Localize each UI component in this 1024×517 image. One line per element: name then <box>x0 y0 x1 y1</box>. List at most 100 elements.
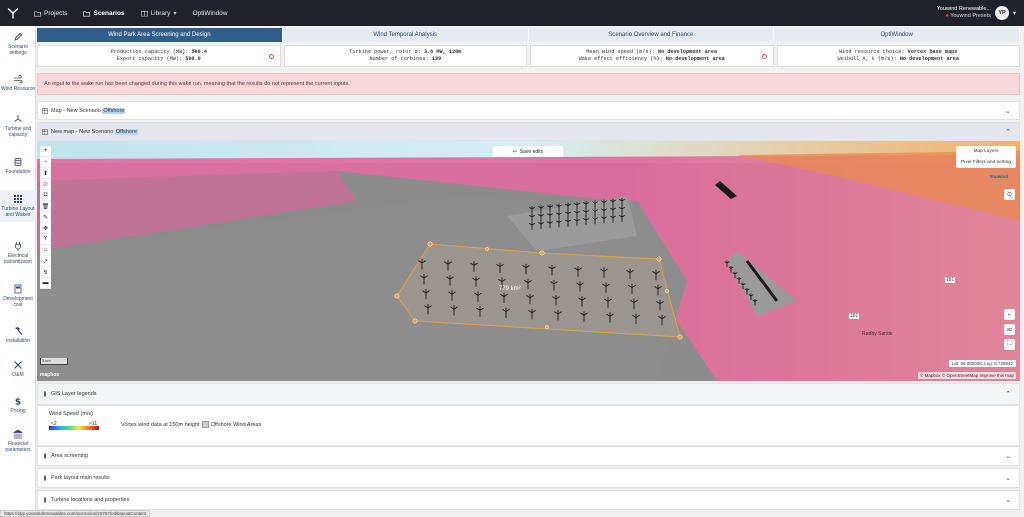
draw-rect-button[interactable]: ◘ <box>40 190 51 201</box>
turbine-tool-button[interactable]: Y <box>40 234 51 245</box>
place-label: Rødby Sande <box>862 331 893 337</box>
nav-projects[interactable]: Projects <box>26 0 75 26</box>
substation-tool-button[interactable]: ⌂ <box>40 245 51 256</box>
youwind-logo-icon[interactable] <box>0 0 26 26</box>
avatar[interactable]: YP <box>994 6 1009 20</box>
stat-label: Turbine power, rotor ø: <box>349 49 421 55</box>
nav-scenarios[interactable]: Scenarios <box>75 0 132 26</box>
company-name: Youwind Renewable... <box>936 6 991 12</box>
expand-map-button[interactable]: ⛶ <box>1004 339 1015 350</box>
stat-turbine: Turbine power, rotor ø: 3.6 MW, 120m Num… <box>283 45 527 67</box>
sidebar-item-development-cost[interactable]: Development cost <box>0 284 36 308</box>
cable-tool-button[interactable]: ↗ <box>40 256 51 267</box>
chevron-down-icon[interactable]: ⌄ <box>1005 474 1011 482</box>
road-label: 181 <box>849 313 860 319</box>
map-layers-button[interactable]: Map Layers <box>956 146 1016 157</box>
locate-button[interactable]: ⊙ <box>1004 189 1015 200</box>
section-map-new[interactable]: New map - New Scenario Offshore ⌃ <box>37 122 1020 141</box>
chevron-down-icon[interactable]: ⌄ <box>1005 452 1011 460</box>
section-park-layout[interactable]: Park layout main results ⌄ <box>37 468 1020 488</box>
map-attribution[interactable]: © Mapbox © OpenStreetMap Improve this ma… <box>918 372 1016 379</box>
tab-wind-park-area[interactable]: Wind Park Area Screening and Design <box>37 28 283 42</box>
chevron-down-icon[interactable]: ⌄ <box>1005 496 1011 504</box>
book-icon <box>140 10 148 16</box>
3d-view-button[interactable]: 2D <box>1004 324 1015 335</box>
handle-icon <box>44 497 46 503</box>
sidebar-item-scenario-settings[interactable]: Scenario settings <box>0 32 36 56</box>
offshore-swatch <box>201 421 209 428</box>
tab-wind-temporal[interactable]: Wind Temporal Analysis <box>282 28 529 42</box>
stat-label: Number of turbines: <box>369 56 429 62</box>
preset-dot-icon: ● <box>945 13 949 19</box>
user-menu[interactable]: Youwind Renewable... ● Youwind Presets Y… <box>937 0 1016 26</box>
zoom-out-button[interactable]: − <box>40 157 51 168</box>
chevron-up-icon[interactable]: ⌃ <box>1005 390 1011 398</box>
sidebar-item-turbine-layout-wakes[interactable]: Turbine Layout and Wakes <box>0 190 36 222</box>
section-area-screening[interactable]: Area screening ⌄ <box>37 446 1020 466</box>
section-turbine-locations[interactable]: Turbine locations and properties ⌄ <box>37 490 1020 510</box>
map-layers-panel: Map Layers Pixel Filters and sorting <box>956 146 1016 168</box>
sidebar-item-wind-resource[interactable]: Wind Resource <box>0 74 36 92</box>
road-label: 181 <box>945 277 956 283</box>
stat-value: Vortex base maps <box>907 49 958 55</box>
legend-vortex-label: Vortex wind data at 150m height <box>121 421 200 428</box>
gis-legend-panel: Wind Speed (m/s) <2 >11 Vortex wind data… <box>37 405 1020 446</box>
compass-button[interactable]: ⬆ <box>40 168 51 179</box>
fullscreen-toggle-button[interactable]: ⌐ <box>1004 309 1015 320</box>
stat-label: Export capacity (MW): <box>116 56 183 62</box>
zoom-in-button[interactable]: + <box>40 146 51 157</box>
stat-label: Mean wind speed (m/s): <box>586 49 655 55</box>
grid-icon <box>14 195 22 203</box>
sidebar: Scenario settings Wind Resource Turbine … <box>0 26 36 517</box>
sidebar-item-electrical-transmission[interactable]: Electrical transmission <box>0 241 36 265</box>
nav-projects-label: Projects <box>44 9 68 17</box>
nav-library[interactable]: Library ▾ <box>133 0 185 26</box>
sidebar-item-label: Pricing <box>10 408 26 414</box>
summary-stats: Production capacity (MW): 500.4 Export c… <box>37 45 1020 67</box>
boat-tool-button[interactable]: ▬ <box>40 278 51 289</box>
sidebar-item-foundation[interactable]: Foundation <box>0 157 36 175</box>
legend-entry: Vortex wind data at 150m height Offshore… <box>121 421 261 428</box>
dollar-icon: $ <box>15 398 21 407</box>
draw-polygon-button[interactable]: ⊘ <box>40 179 51 190</box>
mapbox-logo[interactable]: mapbox <box>40 372 59 378</box>
sidebar-item-financial-parameters[interactable]: Financial parameters <box>0 429 36 453</box>
sidebar-item-om[interactable]: O&M <box>0 360 36 378</box>
sidebar-item-pricing[interactable]: $ Pricing <box>0 396 36 415</box>
stat-value: 3.6 MW, 120m <box>423 49 462 55</box>
ruler-tool-button[interactable]: ↯ <box>40 267 51 278</box>
stat-value: 500.4 <box>191 49 208 55</box>
section-map-old[interactable]: Map - New Scenario Offshore ⌄ <box>37 101 1020 120</box>
stat-label: Wake effect efficiency (%): <box>578 56 663 62</box>
chevron-up-icon[interactable]: ⌃ <box>1005 128 1011 136</box>
map-canvas[interactable] <box>37 141 1020 381</box>
sidebar-item-installation[interactable]: Installation <box>0 326 36 344</box>
nav-optiwindow[interactable]: OptiWindow <box>184 0 235 26</box>
save-edits-button[interactable]: ↩ Save edits <box>493 146 563 157</box>
chevron-down-icon[interactable]: ⌄ <box>1005 107 1011 115</box>
folder-icon <box>34 10 41 17</box>
sidebar-item-turbine-capacity[interactable]: Turbine and capacity <box>0 114 36 138</box>
delete-button[interactable]: 🗑 <box>40 201 51 212</box>
pixel-filters-button[interactable]: Pixel Filters and sorting <box>956 157 1016 168</box>
undo-icon: ↩ <box>512 148 520 155</box>
stat-resource: Wind resource choice: Vortex base maps W… <box>776 45 1020 67</box>
edit-button[interactable]: ✎ <box>40 212 51 223</box>
stat-label: Wind resource choice: <box>839 49 905 55</box>
info-icon[interactable]: ! <box>761 53 767 59</box>
nav-library-label: Library <box>150 9 171 17</box>
move-button[interactable]: ✥ <box>40 223 51 234</box>
pencil-icon <box>14 32 23 41</box>
map-view[interactable]: + − ⬆ ⊘ ◘ 🗑 ✎ ✥ Y ⌂ ↗ ↯ ▬ ↩ Save edits M… <box>37 141 1020 381</box>
top-navigation-bar: Projects Scenarios Library ▾ OptiWindow … <box>0 0 1024 26</box>
info-icon[interactable]: ! <box>268 53 274 59</box>
turbine-icon <box>14 115 22 122</box>
tab-scenario-overview[interactable]: Scenario Overview and Finance <box>528 28 775 42</box>
tools-icon <box>14 361 22 369</box>
status-bar-url: https://app.youwindrenewables.com/scenar… <box>0 510 151 517</box>
section-title: New map - New Scenario <box>51 128 114 135</box>
stat-production: Production capacity (MW): 500.4 Export c… <box>37 45 281 67</box>
section-gis-legends[interactable]: GIS Layer legends ⌃ <box>37 383 1020 405</box>
tab-optiwindow[interactable]: OptiWindow <box>774 28 1020 42</box>
handle-icon <box>44 475 46 481</box>
